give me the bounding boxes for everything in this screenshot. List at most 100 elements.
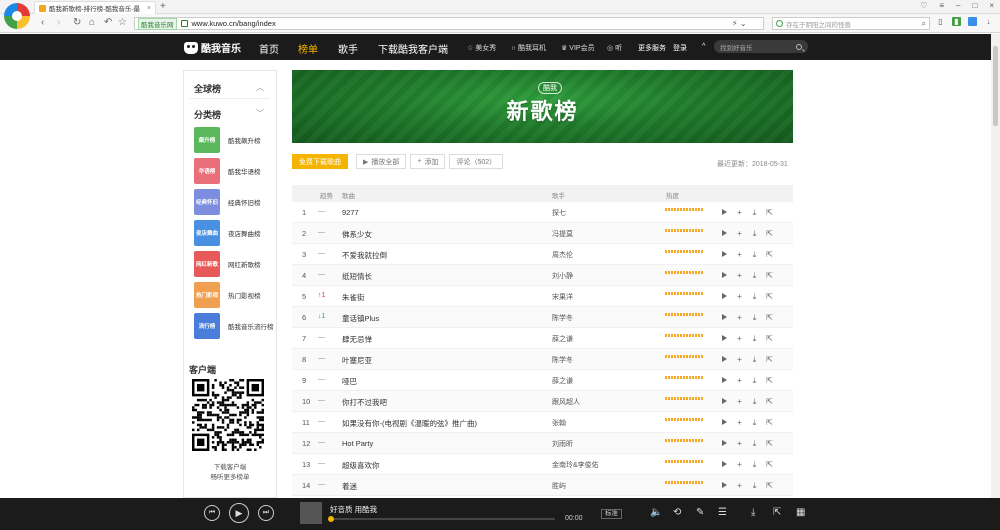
nav-download-client[interactable]: 下载酷我客户端 xyxy=(378,41,448,56)
add-icon[interactable]: + xyxy=(735,208,744,217)
back-icon[interactable]: ‹ xyxy=(41,17,44,28)
row-song-title[interactable]: 肆无忌惮 xyxy=(342,334,372,345)
chevron-up-icon[interactable]: ^ xyxy=(702,43,705,50)
sidebar-category-item[interactable]: 飙升榜 酷我飙升榜 xyxy=(194,127,276,153)
plugin-icon[interactable] xyxy=(968,17,977,26)
play-icon[interactable] xyxy=(720,418,729,427)
download-icon[interactable]: ⤓ xyxy=(750,334,759,343)
table-row[interactable]: 13 — 超级喜欢你 金南玲&李俊佑 + ⤓ ⇱ xyxy=(292,454,793,475)
download-songs-button[interactable]: 免费下载歌曲 xyxy=(292,154,348,169)
play-icon[interactable] xyxy=(720,460,729,469)
table-row[interactable]: 3 — 不爱我就拉倒 周杰伦 + ⤓ ⇱ xyxy=(292,244,793,265)
forward-icon[interactable]: › xyxy=(57,17,60,28)
download-icon[interactable]: ⤓ xyxy=(750,439,759,448)
loop-icon[interactable]: ⟲ xyxy=(673,507,681,518)
add-icon[interactable]: + xyxy=(735,481,744,490)
add-icon[interactable]: + xyxy=(735,313,744,322)
download-icon[interactable]: ⤓ xyxy=(750,481,759,490)
search-icon[interactable]: ⌕ xyxy=(922,19,926,29)
row-artist[interactable]: 探七 xyxy=(552,208,566,218)
album-cover[interactable] xyxy=(300,502,322,524)
table-row[interactable]: 4 — 纸短情长 刘小静 + ⤓ ⇱ xyxy=(292,265,793,286)
nav-listen[interactable]: ◎ 听 xyxy=(607,43,622,53)
row-song-title[interactable]: 如果没有你-(电视剧《温暖的弦》推广曲) xyxy=(342,418,477,429)
download-icon[interactable]: ⤓ xyxy=(750,250,759,259)
extension-icon[interactable]: ▯ xyxy=(936,17,945,26)
play-icon[interactable] xyxy=(720,229,729,238)
nav-singers[interactable]: 歌手 xyxy=(338,41,358,56)
row-song-title[interactable]: 不爱我就拉倒 xyxy=(342,250,387,261)
skin-icon[interactable]: ♡ xyxy=(920,1,927,10)
kuwo-logo[interactable]: 酷我音乐 xyxy=(184,40,241,55)
row-artist[interactable]: 宋果洋 xyxy=(552,292,573,302)
download-icon[interactable]: ⤓ xyxy=(750,271,759,280)
share-icon[interactable]: ⇱ xyxy=(765,397,774,406)
sidebar-category-item[interactable]: 经典怀旧 经典怀旧榜 xyxy=(194,189,276,215)
sidebar-category-item[interactable]: 热门影视 热门影视榜 xyxy=(194,282,276,308)
star-icon[interactable]: ☆ xyxy=(118,17,127,28)
table-row[interactable]: 10 — 你打不过我吧 跟风超人 + ⤓ ⇱ xyxy=(292,391,793,412)
table-row[interactable]: 9 — 哑巴 薛之谦 + ⤓ ⇱ xyxy=(292,370,793,391)
nav-headphones[interactable]: ∩ 酷我耳机 xyxy=(511,43,546,53)
table-row[interactable]: 6 ↓1 童话镇Plus 陈学冬 + ⤓ ⇱ xyxy=(292,307,793,328)
lyrics-icon[interactable]: ✎ xyxy=(696,507,704,518)
scroll-thumb[interactable] xyxy=(993,46,998,126)
add-icon[interactable]: + xyxy=(735,355,744,364)
download-icon[interactable]: ⤓ xyxy=(750,397,759,406)
add-icon[interactable]: + xyxy=(735,271,744,280)
row-song-title[interactable]: 朱雀街 xyxy=(342,292,365,303)
progress-bar[interactable] xyxy=(328,516,555,522)
row-song-title[interactable]: 佛系少女 xyxy=(342,229,372,240)
browser-tab[interactable]: 酷我新歌榜-排行榜-酷我音乐-最 × xyxy=(34,1,156,14)
chevron-down-icon[interactable]: ﹀ xyxy=(256,108,264,119)
table-row[interactable]: 14 — 着迷 胜屿 + ⤓ ⇱ xyxy=(292,475,793,496)
add-icon[interactable]: + xyxy=(735,334,744,343)
url-input[interactable]: 酷我音乐网 www.kuwo.cn/bang/index xyxy=(134,17,764,30)
refresh-icon[interactable]: ↻ xyxy=(73,17,81,28)
add-icon[interactable]: + xyxy=(735,229,744,238)
close-icon[interactable]: × xyxy=(147,5,151,12)
share-icon[interactable]: ⇱ xyxy=(765,229,774,238)
row-artist[interactable]: 陈学冬 xyxy=(552,313,573,323)
nav-charts[interactable]: 榜单 xyxy=(298,41,318,56)
site-search-input[interactable]: 找到好音乐 xyxy=(714,40,808,53)
table-row[interactable]: 8 — 叶塞尼亚 陈学冬 + ⤓ ⇱ xyxy=(292,349,793,370)
undo-icon[interactable]: ↶ xyxy=(104,17,112,28)
play-icon[interactable] xyxy=(720,313,729,322)
table-row[interactable]: 7 — 肆无忌惮 薛之谦 + ⤓ ⇱ xyxy=(292,328,793,349)
row-artist[interactable]: 冯提莫 xyxy=(552,229,573,239)
close-window-icon[interactable]: × xyxy=(989,1,994,10)
download-icon[interactable]: ↓ xyxy=(984,17,993,26)
nav-more-services[interactable]: 更多服务 xyxy=(638,43,666,53)
chevron-up-icon[interactable]: ︿ xyxy=(256,82,264,93)
add-button[interactable]: + 添加 xyxy=(410,154,446,169)
row-artist[interactable]: 薛之谦 xyxy=(552,376,573,386)
sidebar-category-item[interactable]: 流行榜 酷我音乐流行榜 xyxy=(194,313,276,339)
play-icon[interactable] xyxy=(720,250,729,259)
browser-search-input[interactable]: 存在于阴阳之间的怪兽 ⌕ xyxy=(772,17,930,30)
table-row[interactable]: 5 ↑1 朱雀街 宋果洋 + ⤓ ⇱ xyxy=(292,286,793,307)
play-icon[interactable] xyxy=(720,334,729,343)
play-icon[interactable] xyxy=(720,271,729,280)
row-song-title[interactable]: Hot Party xyxy=(342,439,373,448)
home-icon[interactable]: ⌂ xyxy=(89,17,95,28)
download-icon[interactable]: ⤓ xyxy=(750,418,759,427)
add-icon[interactable]: + xyxy=(735,292,744,301)
share-icon[interactable]: ⇱ xyxy=(765,481,774,490)
comments-button[interactable]: 评论（502） xyxy=(449,154,504,169)
nav-vip[interactable]: ♛ VIP会员 xyxy=(561,43,595,53)
add-icon[interactable]: + xyxy=(735,250,744,259)
new-tab-button[interactable]: + xyxy=(160,1,166,12)
download-icon[interactable]: ⤓ xyxy=(750,460,759,469)
share-icon[interactable]: ⇱ xyxy=(773,507,781,518)
share-icon[interactable]: ⇱ xyxy=(765,250,774,259)
row-song-title[interactable]: 纸短情长 xyxy=(342,271,372,282)
playlist-icon[interactable]: ☰ xyxy=(718,507,727,518)
share-icon[interactable]: ⇱ xyxy=(765,292,774,301)
nav-login[interactable]: 登录 xyxy=(673,43,687,53)
nav-beauty-show[interactable]: ☆ 美女秀 xyxy=(467,43,496,53)
share-icon[interactable]: ⇱ xyxy=(765,460,774,469)
download-icon[interactable]: ⤓ xyxy=(750,229,759,238)
play-icon[interactable] xyxy=(720,376,729,385)
app-icon[interactable]: ▮ xyxy=(952,17,961,26)
